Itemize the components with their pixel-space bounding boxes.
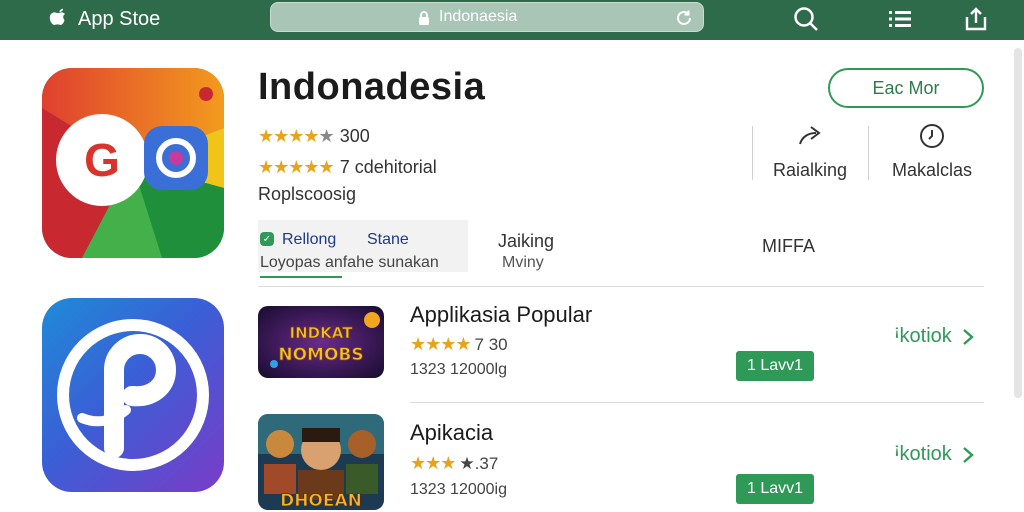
tab-miffa[interactable]: MIFFA — [762, 236, 815, 257]
install-button[interactable]: 1 Lavv1 — [736, 474, 814, 504]
chevron-right-icon — [963, 328, 974, 345]
tab-subtitle: Loyopas anfahe sunakan — [260, 254, 439, 271]
review-text: 7 cdehitorial — [339, 157, 437, 177]
link-label: ꜟkotiok — [894, 325, 952, 347]
rating-value: ★.37 — [459, 453, 499, 473]
tab-underline — [260, 276, 342, 278]
clock-icon — [920, 124, 944, 148]
second-app-icon[interactable] — [42, 298, 224, 492]
p-logo-icon — [57, 319, 209, 471]
scrollbar-track[interactable] — [1014, 48, 1022, 398]
search-icon[interactable] — [792, 5, 820, 33]
app-title: Indonadesia — [258, 66, 486, 108]
stat-category[interactable]: Makalclas — [884, 122, 980, 181]
app-store-brand[interactable]: App Stoe — [46, 6, 160, 32]
lock-icon — [419, 11, 429, 25]
list-item-meta: 1323 12000lg — [410, 361, 507, 378]
rating-stars: ★★★ — [410, 453, 456, 473]
top-bar: App Stoe Indonaesia — [0, 0, 1024, 40]
stat-ranking-label: Raialking — [772, 160, 848, 180]
svg-text:INDKAT: INDKAT — [290, 324, 354, 342]
review-stars: ★★★★★ — [258, 157, 335, 177]
svg-text:NOMOBS: NOMOBS — [278, 345, 363, 365]
address-bar[interactable]: Indonaesia — [270, 2, 704, 32]
review-row: ★★★★★ 7 cdehitorial — [258, 157, 437, 178]
divider — [868, 126, 869, 180]
url-text: Indonaesia — [439, 8, 518, 25]
stat-category-label: Makalclas — [891, 160, 973, 180]
tab-ranking[interactable]: Jaiking — [498, 231, 554, 252]
get-button[interactable]: Eac Mor — [828, 68, 984, 108]
rating-value: 300 — [339, 126, 370, 146]
list-item-title[interactable]: Applikasia Popular — [410, 302, 592, 328]
rating-stars: ★★★★ — [410, 334, 472, 354]
share-arrow-icon — [799, 126, 821, 145]
brand-label: App Stoe — [78, 7, 161, 30]
list-item-rating: ★★★ ★.37 — [410, 453, 498, 474]
check-icon: ✓ — [260, 232, 274, 246]
link-label: ꜟkotiok — [894, 443, 952, 465]
divider — [752, 126, 753, 180]
rating-value: 7 30 — [474, 334, 508, 354]
app-rating-row: ★★★★★ 300 — [258, 126, 370, 147]
tab-ranking-sub: Mviny — [502, 254, 544, 271]
stat-ranking[interactable]: Raialking — [768, 122, 852, 181]
game-art-icon: DHOEAN — [258, 414, 384, 510]
app-logo-icon: G — [42, 68, 224, 258]
rating-stars: ★★★★★ — [258, 126, 335, 146]
game-thumbnail[interactable]: DHOEAN — [258, 414, 384, 510]
developer-name[interactable]: Roplscoosig — [258, 184, 356, 205]
section-divider — [258, 286, 984, 287]
chevron-right-icon — [963, 446, 974, 463]
svg-text:DHOEAN: DHOEAN — [280, 491, 362, 510]
list-item-link[interactable]: ꜟkotiok — [894, 443, 974, 466]
tab-label-b: Stane — [367, 231, 409, 248]
featured-app-icon[interactable]: G — [42, 68, 224, 258]
svg-text:G: G — [84, 134, 120, 186]
share-icon[interactable] — [962, 5, 990, 33]
reload-icon[interactable] — [675, 9, 693, 27]
game-thumbnail[interactable]: INDKAT NOMOBS — [258, 306, 384, 378]
apple-logo-icon — [49, 8, 65, 25]
list-item-meta: 1323 12000ig — [410, 481, 507, 498]
list-item-rating: ★★★★ 7 30 — [410, 334, 508, 355]
tab-label-a: Rellong — [282, 231, 337, 248]
list-menu-icon[interactable] — [886, 5, 914, 33]
game-art-icon: INDKAT NOMOBS — [258, 306, 384, 378]
install-button[interactable]: 1 Lavv1 — [736, 351, 814, 381]
list-item-link[interactable]: ꜟkotiok — [894, 325, 974, 348]
row-divider — [410, 402, 984, 403]
list-item-title[interactable]: Apikacia — [410, 420, 493, 446]
